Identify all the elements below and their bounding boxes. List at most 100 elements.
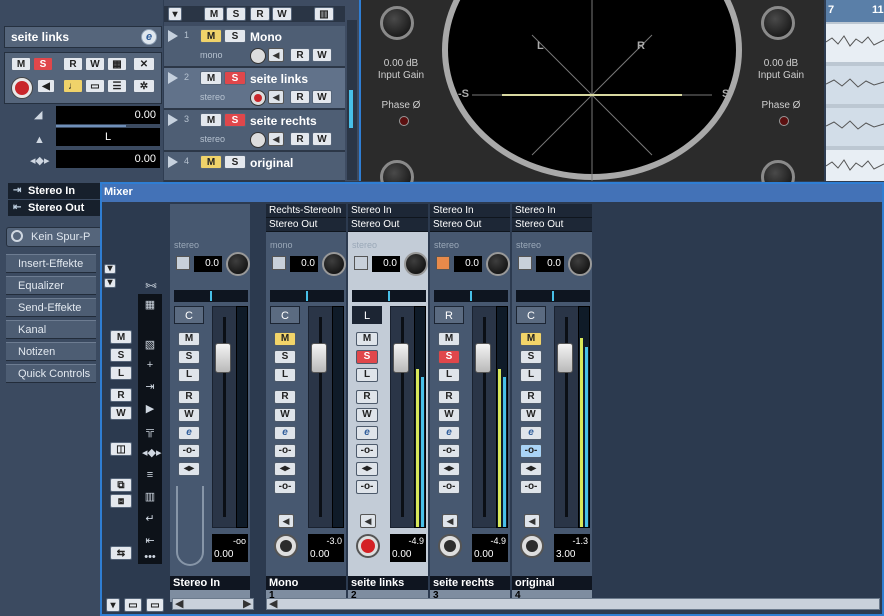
mute-button[interactable]: M [356,332,378,346]
collapse-icon[interactable]: ▾ [168,7,182,21]
write-button[interactable]: W [178,408,200,422]
listen-button[interactable]: L [520,368,542,382]
output-routing[interactable]: Stereo Out [512,218,592,232]
track-write-button[interactable]: W [312,48,332,62]
right-input-gain-knob[interactable] [761,6,795,40]
pan-arrows-icon[interactable]: ◂▸ [520,462,542,476]
track-solo-button[interactable]: S [224,113,246,127]
track-mute-button[interactable]: M [200,113,222,127]
track-read-button[interactable]: R [290,90,310,104]
solo-button[interactable]: S [178,350,200,364]
insert-icon[interactable]: -o- [274,444,296,458]
pan-arrows-icon[interactable]: ◂▸ [356,462,378,476]
volume-value[interactable]: 0.00 [390,548,426,562]
track-mute-button[interactable]: M [200,71,222,85]
scroll-left-icon[interactable]: ◀ [175,597,183,610]
input-icon[interactable]: ⇥ [142,380,158,394]
double-chevron-icon[interactable]: ⪢⪡ [138,280,164,292]
read-button[interactable]: R [178,390,200,404]
input-gain-value[interactable]: 0.0 [194,256,222,272]
section-send-effects[interactable]: Send-Effekte [6,298,96,317]
note-icon[interactable]: ♩ [63,79,83,93]
input-gain-knob[interactable] [486,252,510,276]
right-phase-led[interactable] [779,116,789,126]
scroll-right-icon[interactable]: ▶ [243,597,251,610]
track-read-button[interactable]: R [290,48,310,62]
input-gain-knob[interactable] [568,252,592,276]
phase-icon[interactable] [518,256,532,270]
collapse-icon[interactable]: ▾ [106,598,120,612]
track-read-button[interactable]: R [290,132,310,146]
channel-name[interactable]: seite rechts [430,576,510,590]
send-icon[interactable]: -o- [274,480,296,494]
global-read-button[interactable]: R [250,7,270,21]
insert-icon[interactable]: -o- [178,444,200,458]
send-icon[interactable]: -o- [520,480,542,494]
track-mute-button[interactable]: M [200,155,222,169]
solo-button[interactable]: S [438,350,460,364]
edit-channel-button[interactable]: e [274,426,296,440]
pan-arrows-icon[interactable]: ◂◆▸ [142,446,162,460]
inspector-read-button[interactable]: R [63,57,83,71]
inspector-grid-button[interactable]: ▦ [107,57,127,71]
pan-slider[interactable] [352,290,426,302]
inspector-pan-value[interactable]: L [56,128,160,146]
pan-slider[interactable] [270,290,344,302]
mixer-paste-icon[interactable]: ⧈ [110,494,132,508]
fader-cap[interactable] [311,343,327,373]
write-button[interactable]: W [438,408,460,422]
input-routing[interactable]: Stereo In [430,204,510,218]
inspector-delay-value[interactable]: 0.00 [56,150,160,168]
track-row[interactable]: 2 M S seite links stereo ◀ R W [164,68,345,110]
phase-icon[interactable] [436,256,450,270]
input-gain-value[interactable]: 0.0 [372,256,400,272]
edit-channel-button[interactable]: e [520,426,542,440]
track-row[interactable]: 1 M S Mono mono ◀ R W [164,26,345,68]
input-gain-knob[interactable] [322,252,346,276]
input-gain-knob[interactable] [226,252,250,276]
track-name[interactable]: seite links [250,72,308,86]
keyboard-icon[interactable]: ▥ [142,490,158,504]
track-name[interactable]: original [250,156,293,170]
no-track-preset[interactable]: Kein Spur-P [6,227,102,247]
mute-button[interactable]: M [178,332,200,346]
input-gain-value[interactable]: 0.0 [290,256,318,272]
folder-icon[interactable]: ▭ [85,79,105,93]
mixer-global-solo[interactable]: S [110,348,132,362]
mute-button[interactable]: M [438,332,460,346]
pan-mode[interactable]: C [270,306,300,324]
record-enable-icon[interactable] [11,77,33,99]
pan-arrows-icon[interactable]: ◂▸ [178,462,200,476]
gear-icon[interactable]: ✲ [133,79,155,93]
global-write-button[interactable]: W [272,7,292,21]
read-button[interactable]: R [520,390,542,404]
track-solo-button[interactable]: S [224,71,246,85]
record-enable-icon[interactable] [250,90,266,106]
record-enable-icon[interactable] [250,132,266,148]
pan-mode[interactable]: C [174,306,204,324]
solo-button[interactable]: S [356,350,378,364]
left-phase-led[interactable] [399,116,409,126]
write-button[interactable]: W [274,408,296,422]
write-button[interactable]: W [520,408,542,422]
collapse-icon[interactable]: ▾ [104,264,118,276]
pan-slider[interactable] [434,290,508,302]
window-icon[interactable]: ▭ [124,598,142,612]
record-enable-icon[interactable] [438,534,462,558]
edit-channel-button[interactable]: e [356,426,378,440]
channel-name[interactable]: Stereo In [170,576,250,590]
write-button[interactable]: W [356,408,378,422]
mixer-global-mute[interactable]: M [110,330,132,344]
pan-arrows-icon[interactable]: ◂▸ [438,462,460,476]
track-write-button[interactable]: W [312,132,332,146]
insert-icon[interactable]: -o- [438,444,460,458]
volume-value[interactable]: 0.00 [212,548,248,562]
strip-scrollbar[interactable]: ◀ ▶ [172,598,254,610]
record-enable-icon[interactable] [356,534,380,558]
monitor-icon[interactable]: ◀ [268,48,284,62]
scroll-left-icon[interactable]: ◀ [269,597,277,610]
mixer-copy-icon[interactable]: ⧉ [110,478,132,492]
output-routing[interactable]: Stereo Out [348,218,428,232]
track-name[interactable]: Mono [250,30,282,44]
insert-icon[interactable]: -o- [520,444,542,458]
